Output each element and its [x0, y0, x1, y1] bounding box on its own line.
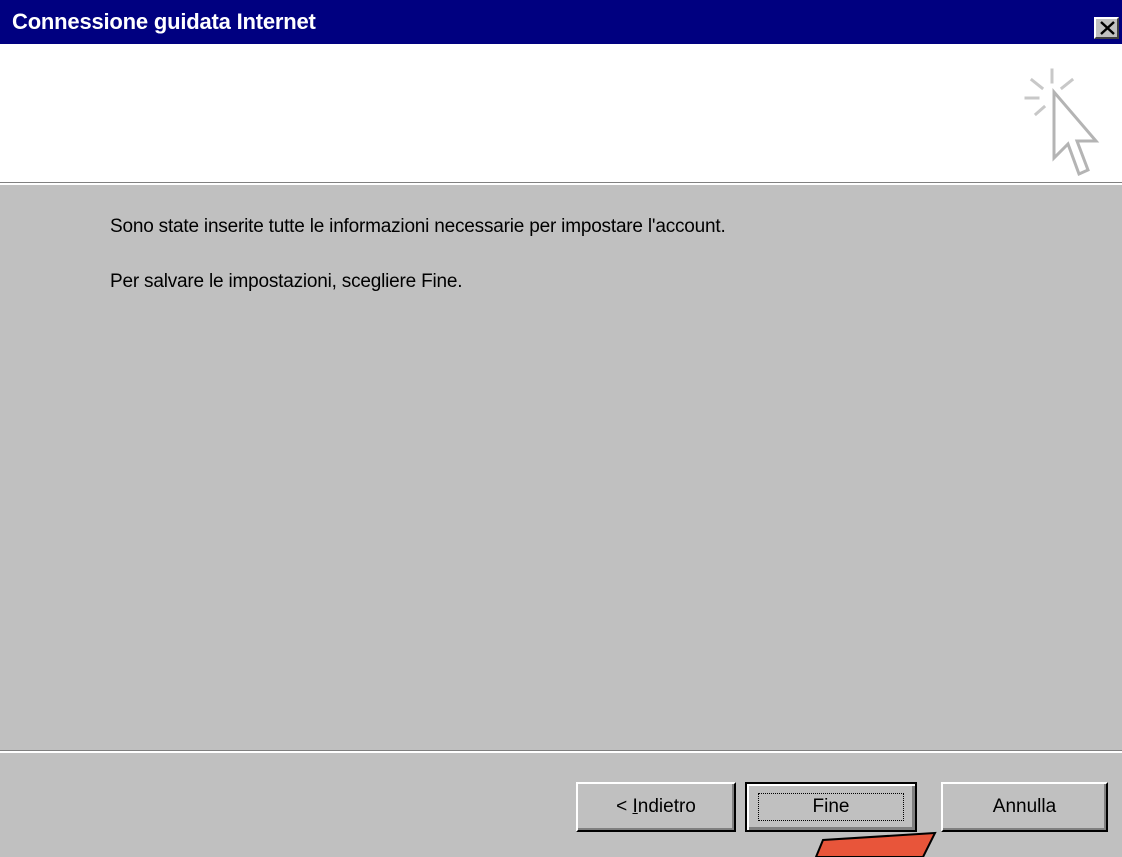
back-prefix: < — [616, 796, 633, 817]
title-bar[interactable]: Connessione guidata Internet — [0, 0, 1122, 44]
close-button[interactable] — [1094, 17, 1119, 39]
cancel-button[interactable]: Annulla — [941, 782, 1108, 832]
header-divider-highlight — [0, 183, 1122, 185]
finish-label: Fine — [758, 793, 904, 821]
close-icon — [1100, 21, 1115, 35]
finish-button[interactable]: Fine — [745, 782, 917, 832]
summary-message: Sono state inserite tutte le informazion… — [110, 216, 726, 237]
back-button[interactable]: < Indietro — [576, 782, 736, 832]
footer-divider-highlight — [0, 751, 1122, 753]
wizard-cursor-icon — [1024, 68, 1100, 177]
back-label: ndietro — [637, 796, 696, 817]
wizard-header — [0, 44, 1122, 182]
window-title: Connessione guidata Internet — [12, 9, 316, 34]
wizard-dialog: Connessione guidata Internet Sono state … — [0, 0, 1122, 857]
instruction-message: Per salvare le impostazioni, scegliere F… — [110, 271, 463, 292]
